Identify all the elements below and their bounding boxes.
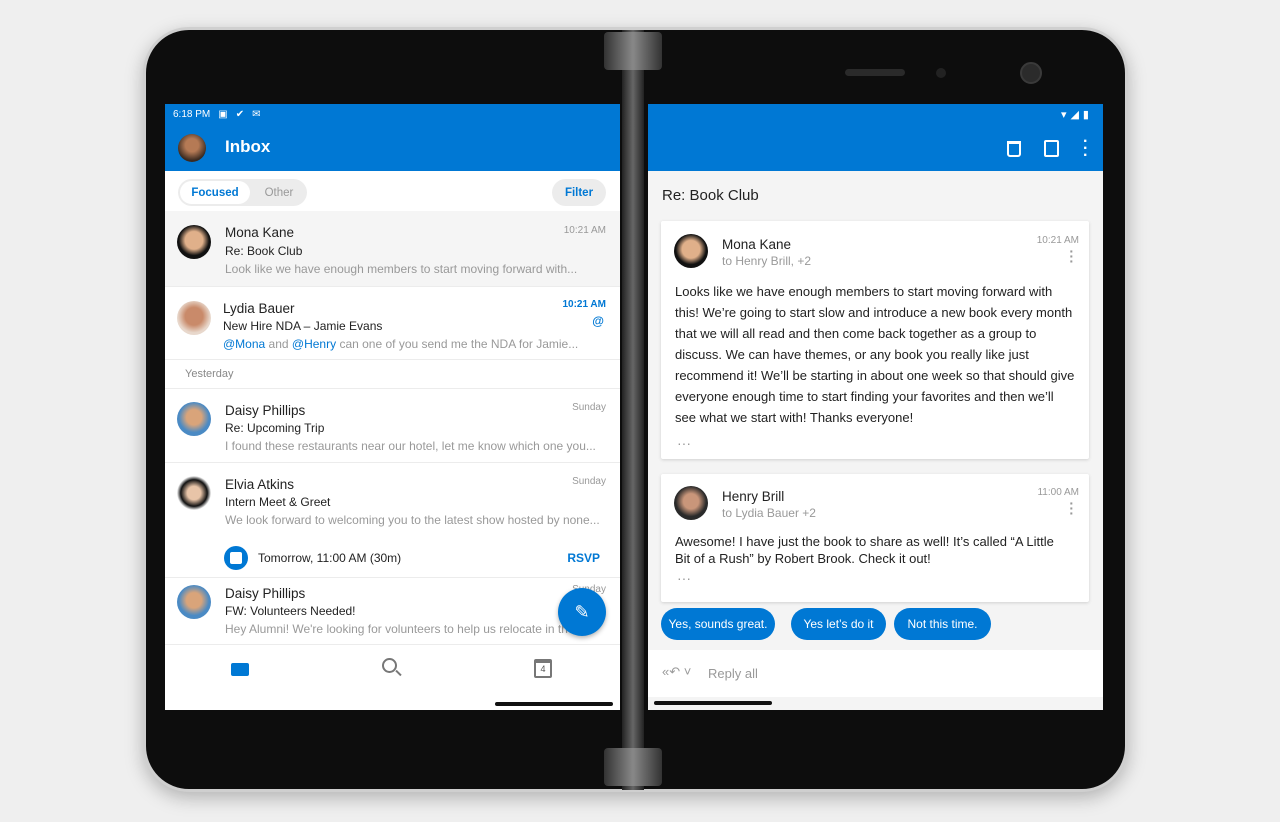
message-card: Mona Kane to Henry Brill, +2 10:21 AM · ·… (661, 221, 1089, 459)
rsvp-button[interactable]: RSVP (567, 551, 600, 565)
message-row[interactable]: Daisy Phillips Sunday FW: Volunteers Nee… (165, 578, 620, 645)
filter-button[interactable]: Filter (552, 179, 606, 206)
avatar (177, 585, 211, 619)
message-row[interactable]: Mona Kane 10:21 AM Re: Book Club Look li… (165, 211, 620, 287)
reply-all-icon[interactable]: «↶ ˅ (662, 664, 691, 680)
archive-icon[interactable] (1044, 140, 1059, 157)
message-row[interactable]: Lydia Bauer 10:21 AM @ New Hire NDA – Ja… (165, 287, 620, 360)
calendar-event-icon (224, 546, 248, 570)
event-time: Tomorrow, 11:00 AM (30m) (258, 551, 402, 565)
avatar (674, 234, 708, 268)
status-bar: 6:18 PM ▣ ✔ ✉ (165, 104, 620, 124)
show-more[interactable]: ··· (677, 435, 691, 451)
compose-button[interactable]: ✎ (558, 588, 606, 636)
account-avatar[interactable] (178, 134, 206, 162)
message-more-icon[interactable]: · · · (1069, 244, 1074, 268)
suggested-reply[interactable]: Yes let’s do it (791, 608, 886, 640)
thread-title: Re: Book Club (662, 187, 759, 204)
sender: Henry Brill (722, 489, 785, 504)
show-more[interactable]: ··· (677, 570, 691, 586)
mention[interactable]: @Henry (292, 337, 336, 351)
more-options-icon[interactable]: · · · (1083, 134, 1088, 164)
sender: Daisy Phillips (225, 403, 306, 418)
message-card: Henry Brill to Lydia Bauer +2 11:00 AM ·… (661, 474, 1089, 602)
message-row[interactable]: Daisy Phillips Sunday Re: Upcoming Trip … (165, 389, 620, 463)
inbox-header: 6:18 PM ▣ ✔ ✉ Inbox (165, 104, 620, 171)
time: 10:21 AM (562, 299, 606, 310)
subject: Intern Meet & Greet (225, 495, 331, 509)
preview-text: can one of you send me the NDA for Jamie… (336, 337, 579, 351)
hinge-cap-bottom (604, 748, 662, 786)
avatar (177, 301, 211, 335)
subject: Re: Book Club (225, 244, 303, 258)
search-icon-handle (395, 669, 402, 677)
sensor (936, 68, 946, 78)
tab-other[interactable]: Other (254, 181, 304, 204)
sender: Mona Kane (225, 225, 295, 240)
preview-text: and (265, 337, 292, 351)
focused-other-toggle: Focused Other (178, 179, 307, 206)
reading-pane: ▾◢▮ · · · Re: Book Club Mona Kane to Henry… (648, 104, 1103, 710)
preview: Look like we have enough members to star… (225, 262, 578, 276)
check-icon: ✔ (235, 108, 245, 120)
time: Sunday (572, 476, 606, 487)
tab-focused[interactable]: Focused (180, 181, 250, 204)
avatar (674, 486, 708, 520)
reply-all-input[interactable]: Reply all (708, 666, 758, 681)
mention[interactable]: @Mona (223, 337, 265, 351)
front-camera (1020, 62, 1042, 84)
subject: Re: Upcoming Trip (225, 421, 325, 435)
device-hinge (622, 30, 644, 790)
sender: Lydia Bauer (223, 301, 295, 316)
hinge-cap-top (604, 32, 662, 70)
subject: FW: Volunteers Needed! (225, 604, 356, 618)
sender: Elvia Atkins (225, 477, 295, 492)
time: 10:21 AM (563, 225, 606, 236)
reply-bar[interactable]: «↶ ˅ Reply all (648, 650, 1103, 697)
suggested-reply[interactable]: Yes, sounds great. (661, 608, 775, 640)
recipients[interactable]: to Henry Brill, +2 (722, 254, 811, 268)
home-indicator (654, 701, 772, 705)
avatar (177, 476, 211, 510)
time: Sunday (572, 402, 606, 413)
mention-badge: @ (592, 314, 604, 328)
subject: New Hire NDA – Jamie Evans (223, 319, 383, 333)
mail-tab-icon[interactable] (231, 663, 249, 676)
sender: Mona Kane (722, 237, 792, 252)
home-indicator (495, 702, 613, 706)
speaker-grille (845, 69, 905, 76)
message-more-icon[interactable]: · · · (1069, 496, 1074, 520)
message-body: Looks like we have enough members to sta… (675, 284, 1075, 425)
signal-battery-icons: ▾◢▮ (1060, 109, 1093, 121)
status-time: 6:18 PM (173, 108, 211, 120)
avatar (177, 402, 211, 436)
section-header: Yesterday (165, 360, 620, 389)
teams-icon: ▣ (218, 108, 228, 120)
reading-toolbar: ▾◢▮ · · · (648, 104, 1103, 171)
mail-notification-icon: ✉ (252, 108, 261, 120)
preview: I found these restaurants near our hotel… (225, 439, 596, 453)
sender: Daisy Phillips (225, 586, 306, 601)
preview: @Mona and @Henry can one of you send me … (223, 337, 578, 351)
avatar (177, 225, 211, 259)
delete-icon[interactable] (1007, 141, 1021, 157)
message-row[interactable]: Elvia Atkins Sunday Intern Meet & Greet … (165, 463, 620, 578)
preview: We look forward to welcoming you to the … (225, 513, 600, 527)
bottom-nav: 4 (165, 645, 620, 710)
compose-icon: ✎ (574, 601, 590, 622)
message-body: Awesome! I have just the book to share a… (675, 534, 1054, 566)
calendar-tab-icon[interactable]: 4 (534, 659, 552, 678)
preview: Hey Alumni! We're looking for volunteers… (225, 622, 575, 636)
suggested-reply[interactable]: Not this time. (894, 608, 991, 640)
recipients[interactable]: to Lydia Bauer +2 (722, 506, 816, 520)
inbox-screen: 6:18 PM ▣ ✔ ✉ Inbox Focused Other Filter… (165, 104, 620, 710)
page-title: Inbox (225, 137, 271, 156)
